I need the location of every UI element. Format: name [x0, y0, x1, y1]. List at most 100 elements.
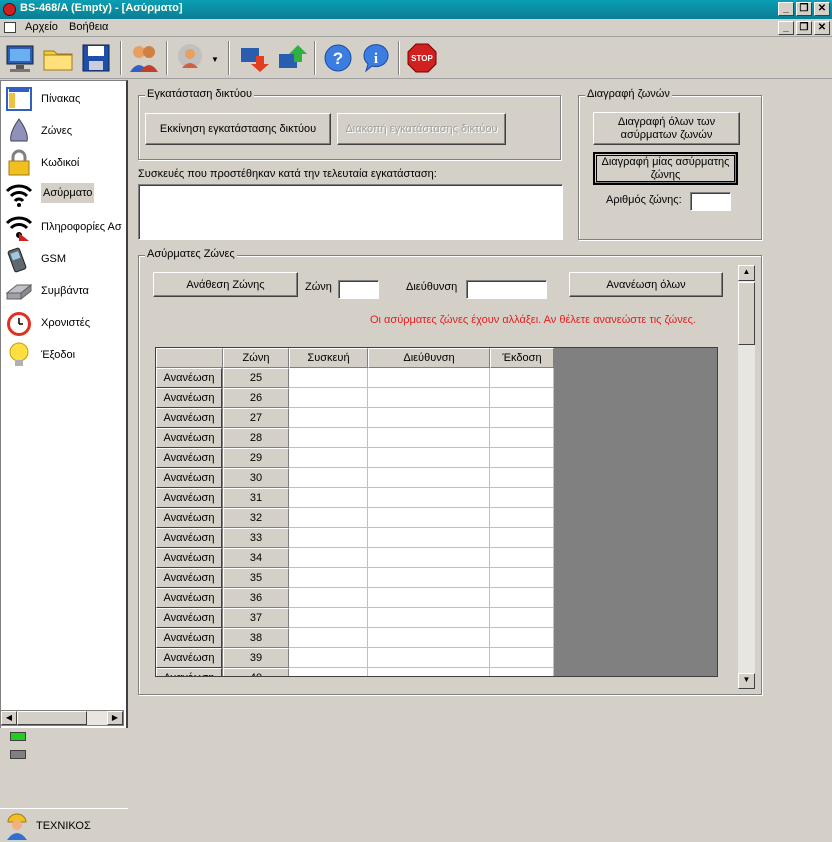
sidebar-item-zones[interactable]: Ζώνες: [3, 115, 127, 145]
version-cell[interactable]: [490, 648, 554, 668]
scroll-thumb[interactable]: [17, 711, 87, 725]
users-icon[interactable]: [128, 42, 160, 74]
help-icon[interactable]: ?: [322, 42, 354, 74]
device-cell[interactable]: [289, 548, 368, 568]
row-refresh-button[interactable]: Ανανέωση: [156, 548, 222, 568]
refresh-all-button[interactable]: Ανανέωση όλων: [569, 272, 723, 297]
address-cell[interactable]: [368, 548, 490, 568]
version-cell[interactable]: [490, 408, 554, 428]
device-cell[interactable]: [289, 488, 368, 508]
zone-cell[interactable]: 36: [223, 588, 289, 608]
save-icon[interactable]: [80, 42, 112, 74]
zone-cell[interactable]: 38: [223, 628, 289, 648]
address-input[interactable]: [466, 280, 547, 299]
main-vertical-scrollbar[interactable]: ▲ ▼: [738, 265, 755, 689]
address-cell[interactable]: [368, 468, 490, 488]
device-cell[interactable]: [289, 608, 368, 628]
device-cell[interactable]: [289, 568, 368, 588]
address-cell[interactable]: [368, 608, 490, 628]
row-refresh-button[interactable]: Ανανέωση: [156, 508, 222, 528]
version-cell[interactable]: [490, 428, 554, 448]
row-refresh-button[interactable]: Ανανέωση: [156, 468, 222, 488]
version-cell[interactable]: [490, 508, 554, 528]
version-cell[interactable]: [490, 528, 554, 548]
column-header-version[interactable]: Έκδοση: [490, 348, 554, 368]
close-button[interactable]: ✕: [814, 2, 830, 16]
device-cell[interactable]: [289, 668, 368, 676]
zone-cell[interactable]: 35: [223, 568, 289, 588]
address-cell[interactable]: [368, 428, 490, 448]
info-icon[interactable]: i: [360, 42, 392, 74]
computer-icon[interactable]: [4, 42, 36, 74]
address-cell[interactable]: [368, 448, 490, 468]
version-cell[interactable]: [490, 368, 554, 388]
zone-cell[interactable]: 33: [223, 528, 289, 548]
zone-cell[interactable]: 30: [223, 468, 289, 488]
version-cell[interactable]: [490, 568, 554, 588]
child-close-button[interactable]: ✕: [814, 21, 830, 35]
address-cell[interactable]: [368, 648, 490, 668]
sidebar-item-outputs[interactable]: Έξοδοι: [3, 339, 127, 369]
row-refresh-button[interactable]: Ανανέωση: [156, 528, 222, 548]
sidebar-item-gsm[interactable]: GSM: [3, 243, 127, 273]
restore-button[interactable]: ❐: [796, 2, 812, 16]
address-cell[interactable]: [368, 508, 490, 528]
address-cell[interactable]: [368, 568, 490, 588]
mdi-child-icon[interactable]: [4, 22, 16, 33]
user-settings-icon[interactable]: [174, 42, 206, 74]
device-cell[interactable]: [289, 448, 368, 468]
row-refresh-button[interactable]: Ανανέωση: [156, 588, 222, 608]
sidebar-item-timers[interactable]: Χρονιστές: [3, 307, 127, 337]
zone-cell[interactable]: 25: [223, 368, 289, 388]
scroll-down-button[interactable]: ▼: [738, 673, 755, 689]
version-cell[interactable]: [490, 448, 554, 468]
address-cell[interactable]: [368, 528, 490, 548]
row-refresh-button[interactable]: Ανανέωση: [156, 368, 222, 388]
row-refresh-button[interactable]: Ανανέωση: [156, 448, 222, 468]
device-cell[interactable]: [289, 428, 368, 448]
sidebar-horizontal-scrollbar[interactable]: ◀ ▶: [0, 710, 124, 726]
child-minimize-button[interactable]: _: [778, 21, 794, 35]
download-icon[interactable]: [238, 42, 270, 74]
version-cell[interactable]: [490, 668, 554, 676]
device-cell[interactable]: [289, 628, 368, 648]
zone-cell[interactable]: 27: [223, 408, 289, 428]
menu-file[interactable]: Αρχείο: [25, 21, 58, 33]
row-refresh-button[interactable]: Ανανέωση: [156, 488, 222, 508]
assign-zone-button[interactable]: Ανάθεση Ζώνης: [153, 272, 298, 297]
zone-cell[interactable]: 39: [223, 648, 289, 668]
column-header-address[interactable]: Διεύθυνση: [368, 348, 490, 368]
scroll-up-button[interactable]: ▲: [738, 265, 755, 281]
device-cell[interactable]: [289, 528, 368, 548]
address-cell[interactable]: [368, 488, 490, 508]
address-cell[interactable]: [368, 368, 490, 388]
row-refresh-button[interactable]: Ανανέωση: [156, 428, 222, 448]
zone-cell[interactable]: 31: [223, 488, 289, 508]
delete-one-wireless-zone-button[interactable]: Διαγραφή μίας ασύρματης ζώνης: [593, 152, 738, 185]
device-cell[interactable]: [289, 508, 368, 528]
column-header-zone[interactable]: Ζώνη: [223, 348, 289, 368]
zone-cell[interactable]: 26: [223, 388, 289, 408]
sidebar-item-codes[interactable]: Κωδικοί: [3, 147, 127, 177]
device-cell[interactable]: [289, 368, 368, 388]
child-restore-button[interactable]: ❐: [796, 21, 812, 35]
stop-icon[interactable]: STOP: [406, 42, 438, 74]
row-refresh-button[interactable]: Ανανέωση: [156, 628, 222, 648]
start-network-setup-button[interactable]: Εκκίνηση εγκατάστασης δικτύου: [145, 113, 331, 145]
minimize-button[interactable]: _: [778, 2, 794, 16]
row-refresh-button[interactable]: Ανανέωση: [156, 408, 222, 428]
zone-input[interactable]: [338, 280, 379, 299]
device-cell[interactable]: [289, 588, 368, 608]
scroll-thumb[interactable]: [738, 282, 755, 345]
upload-icon[interactable]: [276, 42, 308, 74]
sidebar-item-events[interactable]: Συμβάντα: [3, 275, 127, 305]
sidebar-item-wireless[interactable]: Ασύρματο: [3, 179, 127, 209]
version-cell[interactable]: [490, 388, 554, 408]
menu-help[interactable]: Βοήθεια: [69, 21, 108, 33]
row-refresh-button[interactable]: Ανανέωση: [156, 648, 222, 668]
version-cell[interactable]: [490, 588, 554, 608]
row-refresh-button[interactable]: Ανανέωση: [156, 608, 222, 628]
column-header-device[interactable]: Συσκευή: [289, 348, 368, 368]
version-cell[interactable]: [490, 608, 554, 628]
row-refresh-button[interactable]: Ανανέωση: [156, 388, 222, 408]
